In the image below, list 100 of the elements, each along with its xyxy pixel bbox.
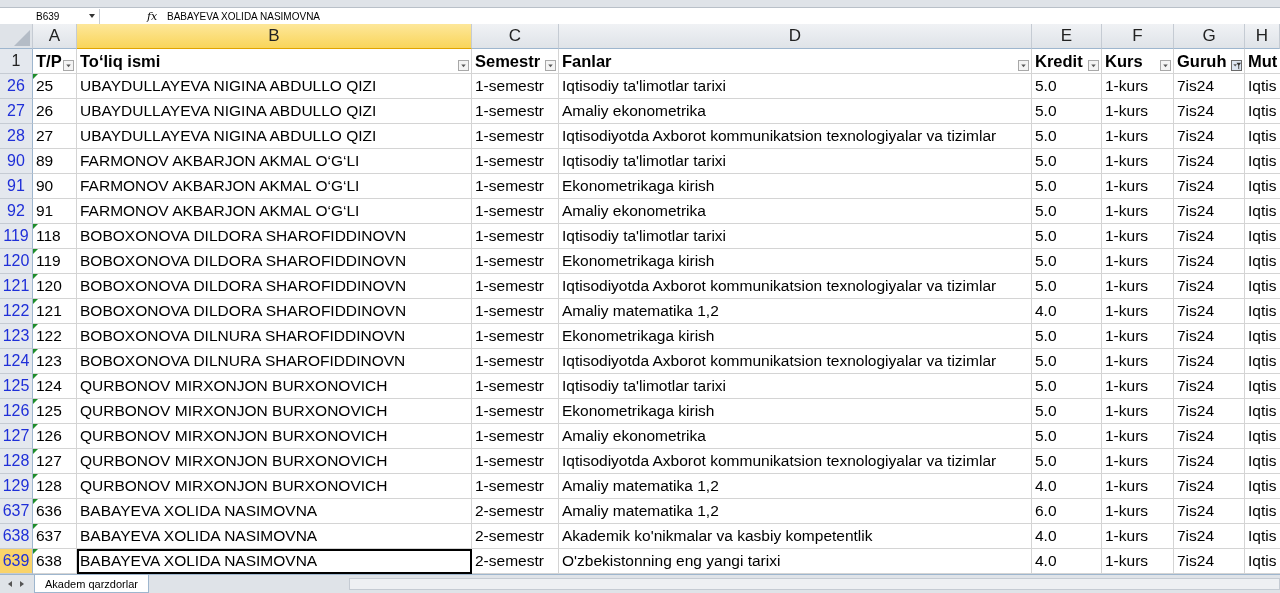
row-header[interactable]: 639 <box>0 549 33 574</box>
table-cell: 1-semestr <box>475 252 544 270</box>
table-cell: BABAYEVA XOLIDA NASIMOVNA <box>80 527 318 545</box>
row-header[interactable]: 121 <box>0 274 33 299</box>
table-cell: Iqtis <box>1248 152 1277 170</box>
row-header[interactable]: 123 <box>0 324 33 349</box>
table-cell: BOBOXONOVA DILDORA SHAROFIDDINOVN <box>80 277 407 295</box>
column-header[interactable]: F <box>1102 24 1174 49</box>
column-heading: Mut <box>1248 51 1278 71</box>
column-header[interactable]: H <box>1245 24 1280 49</box>
row-header[interactable]: 125 <box>0 374 33 399</box>
error-indicator-icon <box>33 224 38 229</box>
row-header[interactable]: 1 <box>0 49 33 74</box>
row-header[interactable]: 92 <box>0 199 33 224</box>
column-heading: Fanlar <box>562 51 612 71</box>
table-cell: 1-kurs <box>1105 427 1149 445</box>
table-cell: 5.0 <box>1035 402 1057 420</box>
active-cell[interactable]: BABAYEVA XOLIDA NASIMOVNA <box>77 549 472 574</box>
table-cell: 7is24 <box>1177 152 1215 170</box>
row-header[interactable]: 27 <box>0 99 33 124</box>
column-header[interactable]: D <box>559 24 1032 49</box>
column-header[interactable]: G <box>1174 24 1245 49</box>
table-cell: 127 <box>36 452 62 470</box>
row-header[interactable]: 91 <box>0 174 33 199</box>
filter-icon[interactable] <box>1231 60 1242 71</box>
table-cell: Iqtis <box>1248 327 1277 345</box>
insert-function-button[interactable]: fx <box>147 9 161 23</box>
table-cell: Iqtis <box>1248 477 1277 495</box>
table-cell: 1-semestr <box>475 227 544 245</box>
table-cell: 1-semestr <box>475 402 544 420</box>
table-cell: 5.0 <box>1035 277 1057 295</box>
column-heading: Semestr <box>475 51 541 71</box>
row-header[interactable]: 638 <box>0 524 33 549</box>
table-cell: 1-kurs <box>1105 302 1149 320</box>
table-cell: 7is24 <box>1177 352 1215 370</box>
horizontal-scrollbar[interactable] <box>348 578 1280 590</box>
table-cell: 91 <box>36 202 54 220</box>
table-cell: 121 <box>36 302 62 320</box>
table-cell: Iqtisodiyotda Axborot kommunikatsion texnologiyalar va tizimlar <box>562 277 997 295</box>
table-cell: BOBOXONOVA DILNURA SHAROFIDDINOVN <box>80 327 406 345</box>
table-cell: 1-semestr <box>475 277 544 295</box>
row-header[interactable]: 119 <box>0 224 33 249</box>
table-cell: 124 <box>36 377 62 395</box>
sheet-tab[interactable]: Akadem qarzdorlar <box>34 575 149 593</box>
table-cell: 7is24 <box>1177 502 1215 520</box>
table-cell: UBAYDULLAYEVA NIGINA ABDULLO QIZI <box>80 102 377 120</box>
table-cell: 1-semestr <box>475 202 544 220</box>
row-header[interactable]: 129 <box>0 474 33 499</box>
table-cell: 5.0 <box>1035 227 1057 245</box>
row-header[interactable]: 26 <box>0 74 33 99</box>
row-header[interactable]: 127 <box>0 424 33 449</box>
column-header[interactable]: B <box>77 24 472 49</box>
table-cell: Iqtis <box>1248 527 1277 545</box>
table-cell: 120 <box>36 277 62 295</box>
column-heading: Kurs <box>1105 51 1143 71</box>
column-heading: Kredit <box>1035 51 1083 71</box>
table-cell: 1-semestr <box>475 177 544 195</box>
row-header[interactable]: 28 <box>0 124 33 149</box>
table-cell: 5.0 <box>1035 127 1057 145</box>
dropdown-icon[interactable] <box>89 13 95 18</box>
table-cell: Iqtis <box>1248 452 1277 470</box>
table-cell: 1-kurs <box>1105 77 1149 95</box>
row-header[interactable]: 128 <box>0 449 33 474</box>
column-header[interactable]: E <box>1032 24 1102 49</box>
table-cell: FARMONOV AKBARJON AKMAL O‘G‘LI <box>80 202 360 220</box>
error-indicator-icon <box>33 549 38 554</box>
table-cell: FARMONOV AKBARJON AKMAL O‘G‘LI <box>80 152 360 170</box>
table-cell: 1-kurs <box>1105 102 1149 120</box>
table-cell: 128 <box>36 477 62 495</box>
error-indicator-icon <box>33 474 38 479</box>
table-cell: 1-kurs <box>1105 227 1149 245</box>
table-cell: 1-kurs <box>1105 527 1149 545</box>
table-cell: BABAYEVA XOLIDA NASIMOVNA <box>80 552 318 570</box>
row-header[interactable]: 122 <box>0 299 33 324</box>
formula-text[interactable]: BABAYEVA XOLIDA NASIMOVNA <box>167 10 321 22</box>
table-cell: 25 <box>36 77 54 95</box>
column-header[interactable]: C <box>472 24 559 49</box>
table-cell: QURBONOV MIRXONJON BURXONOVICH <box>80 377 388 395</box>
table-cell: Iqtisodiyotda Axborot kommunikatsion texnologiyalar va tizimlar <box>562 452 997 470</box>
table-cell: BOBOXONOVA DILDORA SHAROFIDDINOVN <box>80 252 407 270</box>
row-header[interactable]: 637 <box>0 499 33 524</box>
table-cell: 1-kurs <box>1105 177 1149 195</box>
column-header[interactable]: A <box>33 24 77 49</box>
table-cell: 7is24 <box>1177 477 1215 495</box>
column-heading: To‘liq ismi <box>80 51 161 71</box>
table-cell: 2-semestr <box>475 552 544 570</box>
row-header[interactable]: 120 <box>0 249 33 274</box>
table-cell: Iqtis <box>1248 127 1277 145</box>
table-cell: 7is24 <box>1177 127 1215 145</box>
table-cell: QURBONOV MIRXONJON BURXONOVICH <box>80 452 388 470</box>
table-cell: Iqtis <box>1248 252 1277 270</box>
error-indicator-icon <box>33 399 38 404</box>
table-cell: Amaliy ekonometrika <box>562 427 706 445</box>
row-header[interactable]: 126 <box>0 399 33 424</box>
row-header[interactable]: 124 <box>0 349 33 374</box>
table-cell: BABAYEVA XOLIDA NASIMOVNA <box>80 502 318 520</box>
table-cell: 126 <box>36 427 62 445</box>
table-cell: 123 <box>36 352 62 370</box>
name-box[interactable]: B639 <box>0 8 100 24</box>
row-header[interactable]: 90 <box>0 149 33 174</box>
